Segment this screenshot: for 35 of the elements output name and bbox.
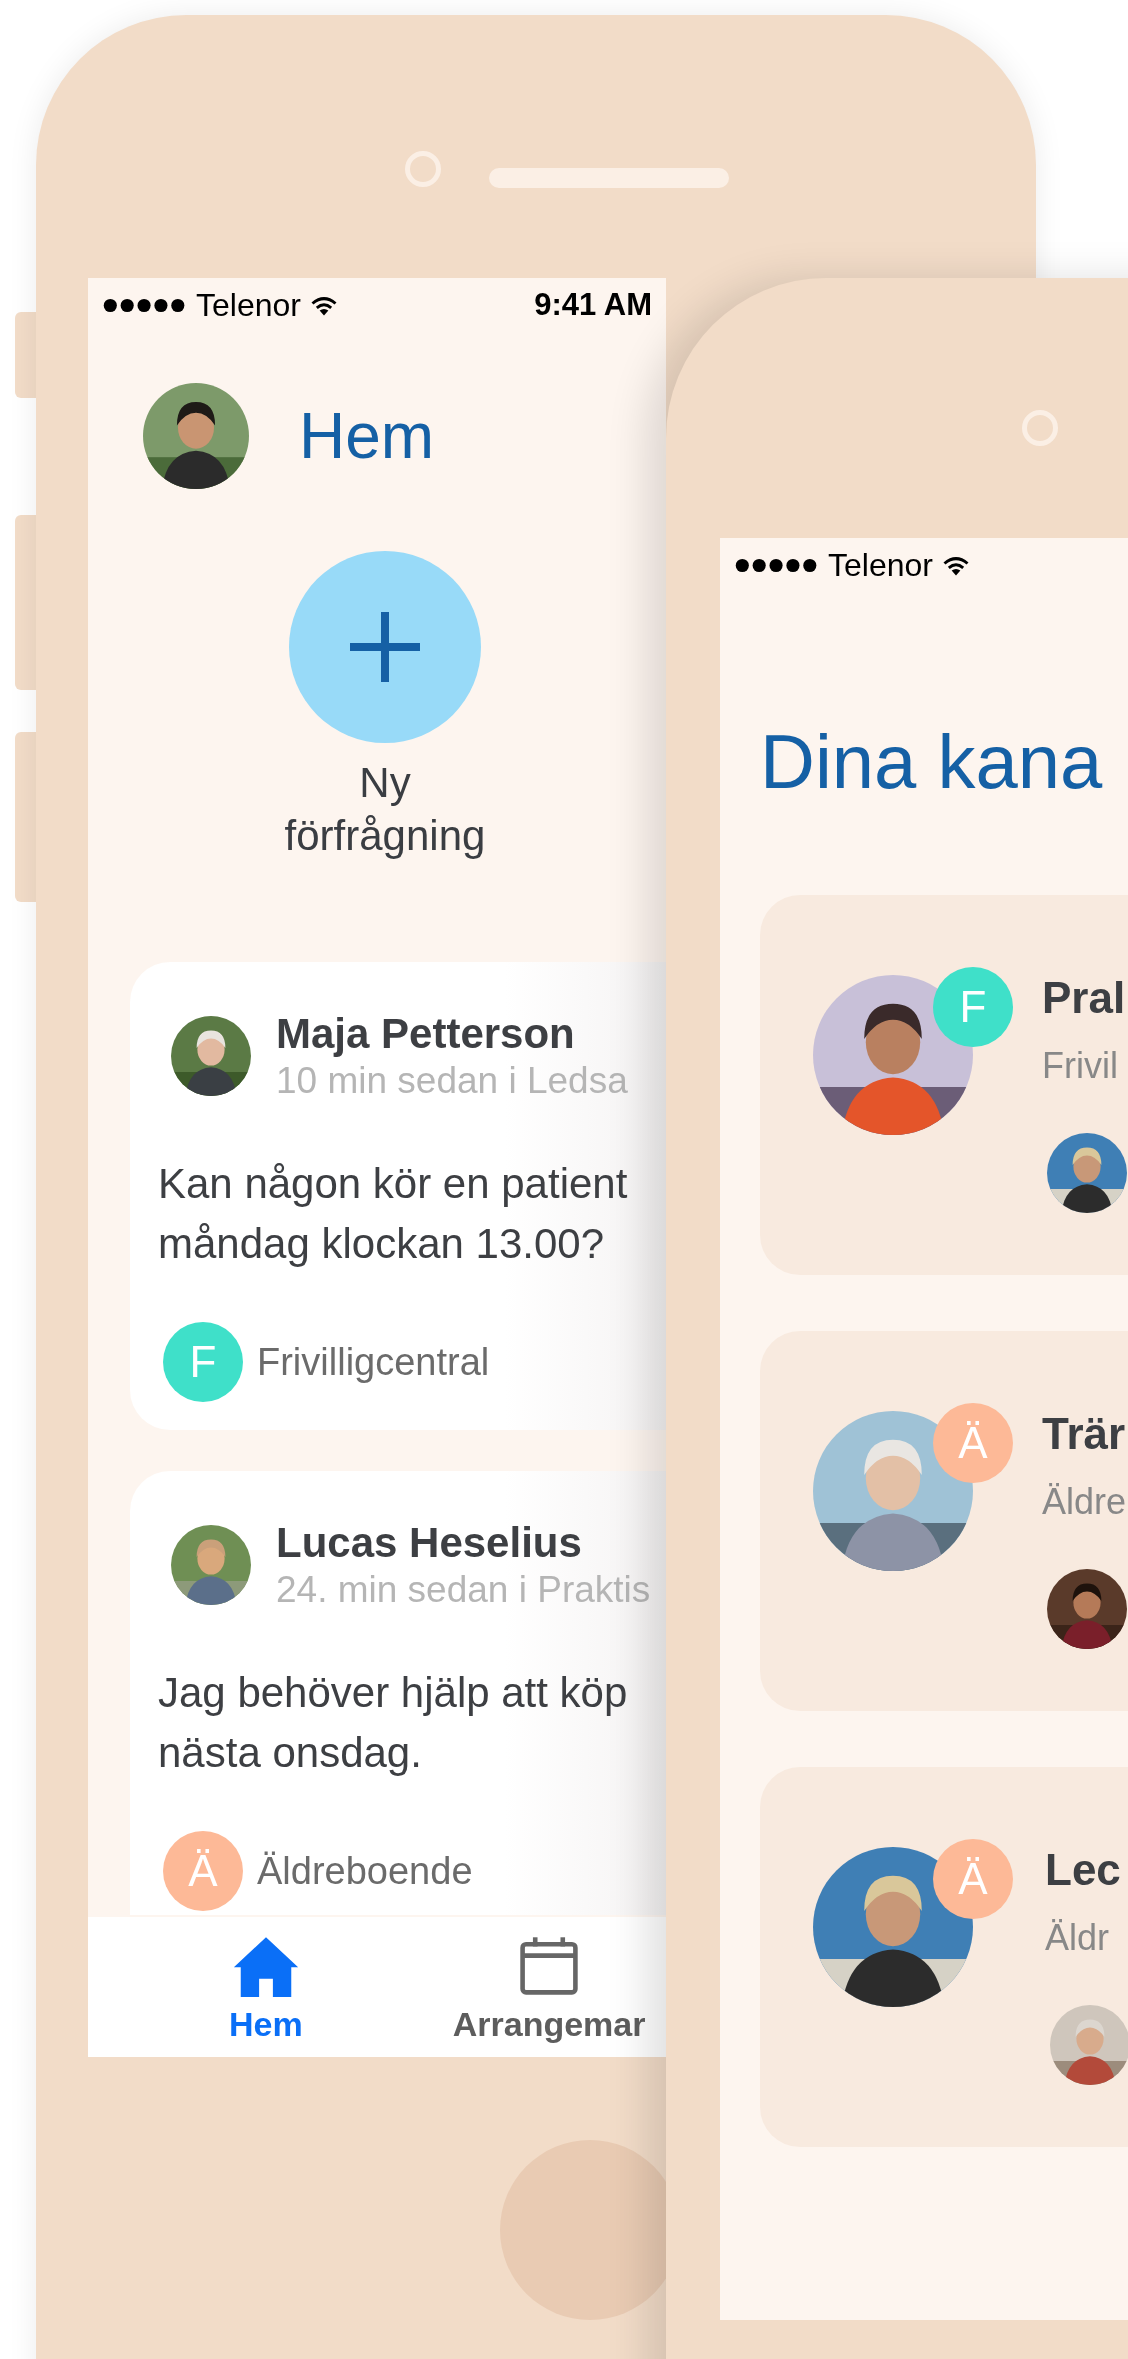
channel-name[interactable]: Frivilligcentral [257, 1340, 490, 1384]
channel-subtitle: Frivil [1042, 1045, 1119, 1087]
channel-card[interactable]: F Pral Frivil [760, 895, 1128, 1275]
carrier-name: Telenor [828, 546, 933, 584]
tab[interactable]: Hem [229, 1917, 303, 2057]
channel-badge: F [163, 1322, 243, 1402]
author-name: Lucas Heselius [276, 1519, 583, 1567]
page-title: Hem [299, 399, 435, 473]
channel-subtitle: Äldre [1042, 1481, 1127, 1523]
clock-time: 9:41 AM [534, 287, 652, 323]
channel-badge: F [933, 967, 1013, 1047]
channel-title: Pral [1042, 973, 1127, 1023]
camera-dot [405, 151, 441, 187]
author-name: Maja Petterson [276, 1010, 576, 1058]
page-title: Dina kana [760, 718, 1104, 805]
channel-card[interactable]: Ä Lec Äldr [760, 1767, 1128, 2147]
channel-badge: Ä [933, 1839, 1013, 1919]
channel-name[interactable]: Äldreboende [257, 1849, 473, 1893]
post-meta: 10 min sedan i Ledsa [276, 1060, 628, 1102]
camera-dot [1022, 410, 1058, 446]
post-meta: 24. min sedan i Praktis [276, 1569, 651, 1611]
carrier-name: Telenor [196, 286, 301, 324]
channel-subtitle: Äldr [1045, 1917, 1111, 1959]
channel-title: Lec [1045, 1845, 1122, 1895]
channel-title: Trär [1042, 1409, 1127, 1459]
plus-icon [350, 612, 420, 682]
new-request-label: Ny förfrågning [283, 758, 487, 861]
post-text: Kan någon kör en patient måndag klockan 13.00? [158, 1159, 629, 1269]
channel-badge: Ä [163, 1831, 243, 1911]
channel-card[interactable]: Ä Trär Äldre [760, 1331, 1128, 1711]
post-card[interactable]: Lucas Heselius 24. min sedan i Praktis Jag behöver hjälp att köp nästa onsdag. Ä Äldreboende [130, 1471, 666, 1915]
tab[interactable]: Arrangemar [452, 1917, 646, 2057]
post-card[interactable]: Maja Petterson 10 min sedan i Ledsa Kan någon kör en patient måndag klockan 13.00? F Frivilligcentral [130, 962, 666, 1430]
channel-badge: Ä [933, 1403, 1013, 1483]
post-text: Jag behöver hjälp att köp nästa onsdag. [158, 1668, 629, 1778]
